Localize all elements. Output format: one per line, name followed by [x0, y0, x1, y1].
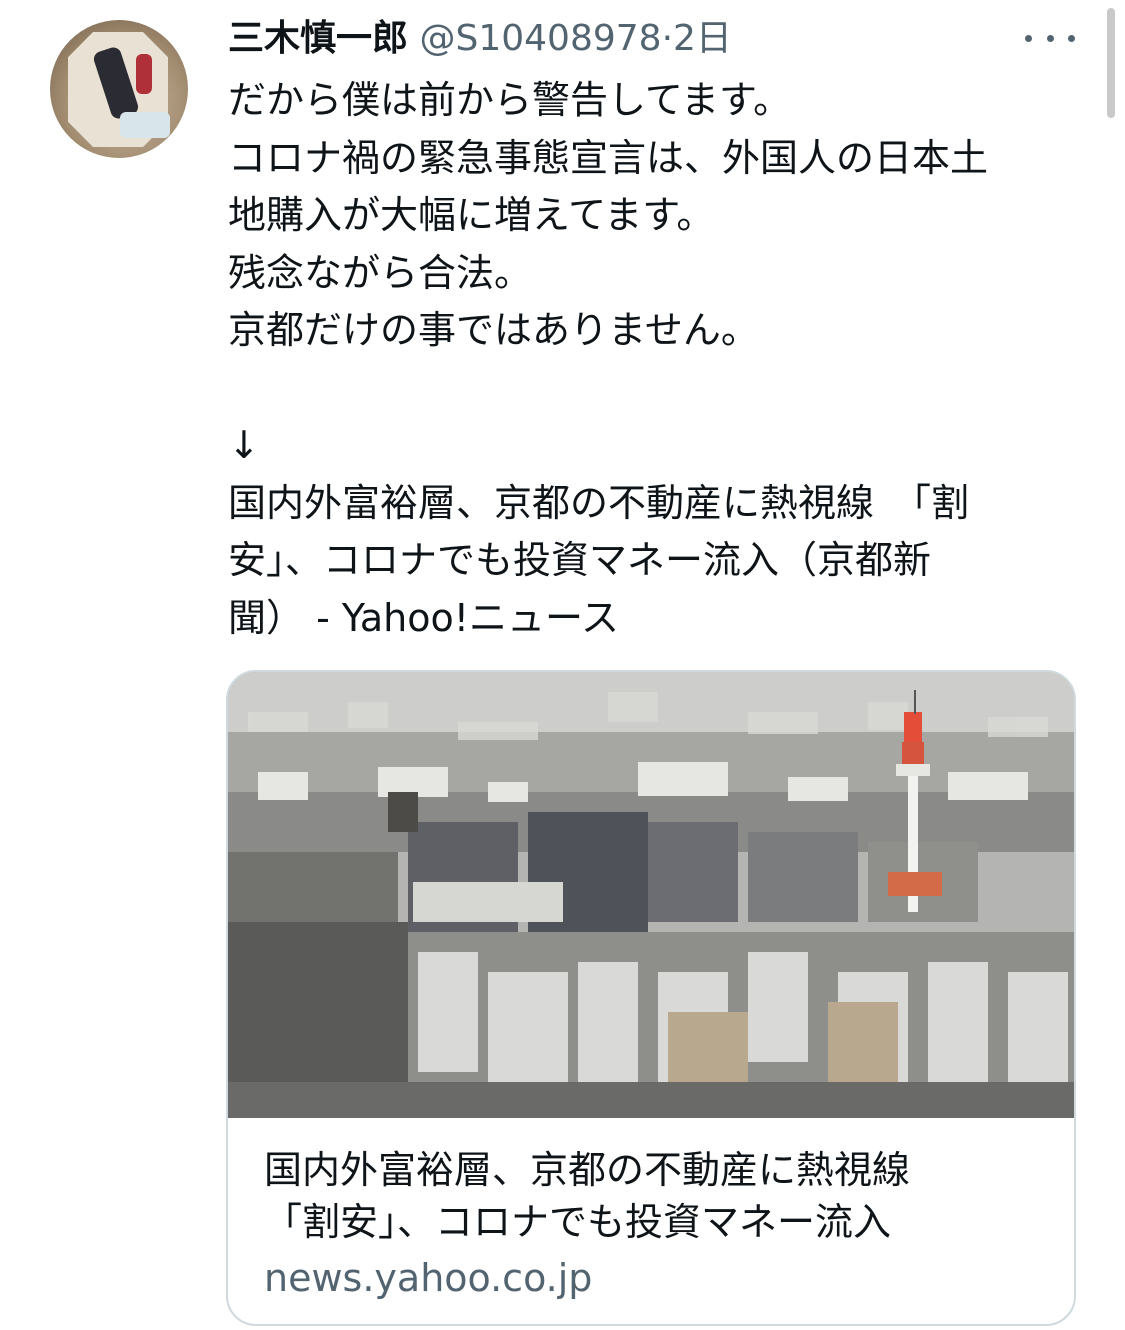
more-horizontal-icon[interactable]	[1025, 28, 1075, 48]
avatar[interactable]	[50, 20, 188, 158]
author-name[interactable]: 三木慎一郎	[228, 18, 408, 59]
tweet-text-line: 残念ながら合法。	[228, 250, 533, 295]
avatar-accent	[136, 54, 152, 94]
tweet-text-blank-line	[228, 360, 1088, 418]
card-domain: news.yahoo.co.jp	[264, 1256, 593, 1300]
tweet-text: だから僕は前から警告してます。 コロナ禍の緊急事態宣言は、外国人の日本土 地購入…	[228, 72, 1088, 647]
tweet[interactable]: 三木慎一郎 @S10408978·2日 だから僕は前から警告してます。 コロナ禍…	[0, 0, 1125, 1330]
card-title-line: 国内外富裕層、京都の不動産に熱視線	[264, 1148, 911, 1192]
tweet-text-line: 安」、コロナでも投資マネー流入（京都新	[228, 538, 932, 582]
author-handle[interactable]: @S10408978	[419, 18, 661, 59]
tweet-text-line: だから僕は前から警告してます。	[228, 78, 792, 122]
tweet-header: 三木慎一郎 @S10408978·2日	[228, 14, 732, 64]
kyoto-cityscape-image	[228, 672, 1074, 1118]
card-body[interactable]: 国内外富裕層、京都の不動産に熱視線 「割安」、コロナでも投資マネー流入 news…	[264, 1144, 1054, 1304]
separator-dot: ·	[661, 18, 674, 59]
link-card[interactable]: 国内外富裕層、京都の不動産に熱視線 「割安」、コロナでも投資マネー流入 news…	[226, 670, 1076, 1326]
card-title-line: 「割安」、コロナでも投資マネー流入	[264, 1200, 892, 1244]
card-image[interactable]	[228, 672, 1074, 1118]
tweet-text-line: 地購入が大幅に増えてます。	[228, 193, 715, 237]
tweet-time[interactable]: 2日	[673, 18, 732, 59]
tweet-text-line: 京都だけの事ではありません。	[228, 308, 759, 352]
tweet-text-line: ↓	[228, 423, 260, 467]
tweet-text-line: 国内外富裕層、京都の不動産に熱視線 「割	[228, 480, 970, 525]
tweet-text-line: コロナ禍の緊急事態宣言は、外国人の日本土	[228, 135, 989, 180]
avatar-pillow	[120, 112, 170, 138]
tweet-text-line: 聞） - Yahoo!ニュース	[228, 595, 620, 640]
scrollbar[interactable]	[1107, 8, 1115, 118]
card-title: 国内外富裕層、京都の不動産に熱視線 「割安」、コロナでも投資マネー流入	[264, 1144, 1054, 1248]
